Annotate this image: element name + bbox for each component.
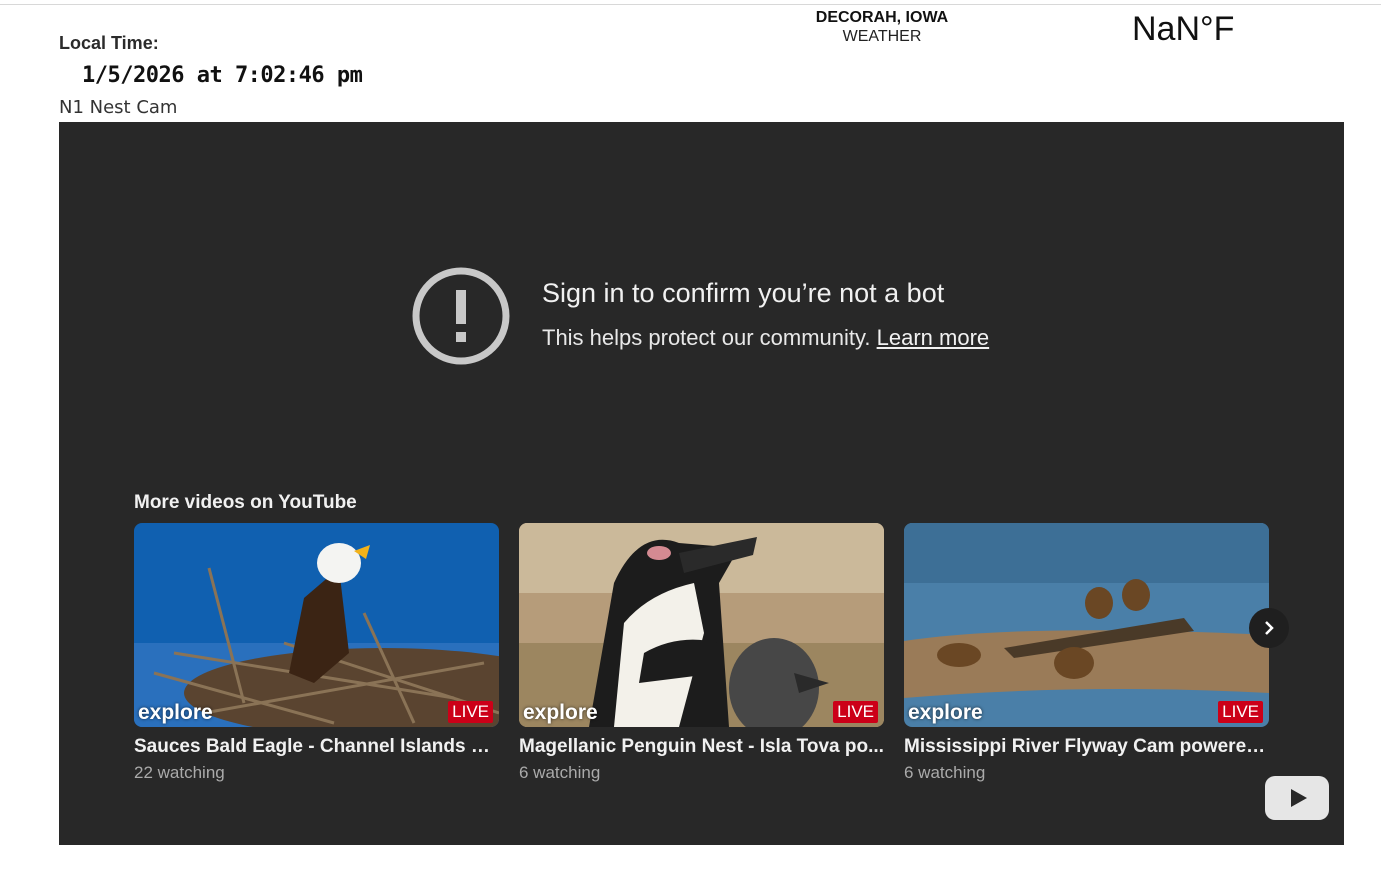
- live-badge: LIVE: [833, 701, 878, 723]
- penguin-thumbnail-image: [519, 523, 884, 727]
- flyway-thumbnail-image: [904, 523, 1269, 727]
- video-viewers: 22 watching: [134, 763, 225, 782]
- live-badge: LIVE: [1218, 701, 1263, 723]
- learn-more-link[interactable]: Learn more: [877, 325, 990, 350]
- bot-check-text: This helps protect our community.: [542, 325, 871, 350]
- live-badge: LIVE: [448, 701, 493, 723]
- video-title[interactable]: Magellanic Penguin Nest - Isla Tova po..…: [519, 736, 884, 758]
- weather-widget: DECORAH, IOWA WEATHER: [792, 8, 972, 46]
- eagle-thumbnail-image: [134, 523, 499, 727]
- video-player[interactable]: Sign in to confirm you’re not a bot This…: [59, 122, 1344, 845]
- video-title[interactable]: Sauces Bald Eagle - Channel Islands N...: [134, 736, 499, 758]
- top-divider: [0, 4, 1381, 5]
- explore-brand-label: explore: [138, 701, 213, 724]
- bot-check-subtitle: This helps protect our community. Learn …: [542, 325, 989, 351]
- more-videos-heading: More videos on YouTube: [134, 492, 357, 513]
- video-title[interactable]: Mississippi River Flyway Cam powered...: [904, 736, 1269, 758]
- youtube-logo-icon[interactable]: [1265, 776, 1329, 820]
- exclamation-circle-icon: [412, 267, 510, 365]
- video-card-penguin[interactable]: explore LIVE Magellanic Penguin Nest - I…: [519, 523, 884, 783]
- video-thumbnail[interactable]: explore LIVE: [519, 523, 884, 727]
- chevron-right-icon: [1265, 621, 1274, 635]
- video-card-eagle[interactable]: explore LIVE Sauces Bald Eagle - Channel…: [134, 523, 499, 783]
- local-time-label: Local Time:: [59, 33, 159, 53]
- weather-location: DECORAH, IOWA: [815, 9, 949, 26]
- video-thumbnail[interactable]: explore LIVE: [904, 523, 1269, 727]
- video-card-flyway[interactable]: explore LIVE Mississippi River Flyway Ca…: [904, 523, 1269, 783]
- explore-brand-label: explore: [908, 701, 983, 724]
- explore-brand-label: explore: [523, 701, 598, 724]
- weather-label: WEATHER: [842, 28, 922, 45]
- local-time-value: 1/5/2026 at 7:02:46 pm: [82, 63, 363, 88]
- video-viewers: 6 watching: [904, 763, 986, 782]
- video-thumbnail[interactable]: explore LIVE: [134, 523, 499, 727]
- video-viewers: 6 watching: [519, 763, 601, 782]
- next-videos-button[interactable]: [1249, 608, 1289, 648]
- cam-name: N1 Nest Cam: [59, 97, 178, 118]
- temperature-readout: NaN°F: [1132, 10, 1235, 48]
- bot-check-title: Sign in to confirm you’re not a bot: [542, 278, 945, 308]
